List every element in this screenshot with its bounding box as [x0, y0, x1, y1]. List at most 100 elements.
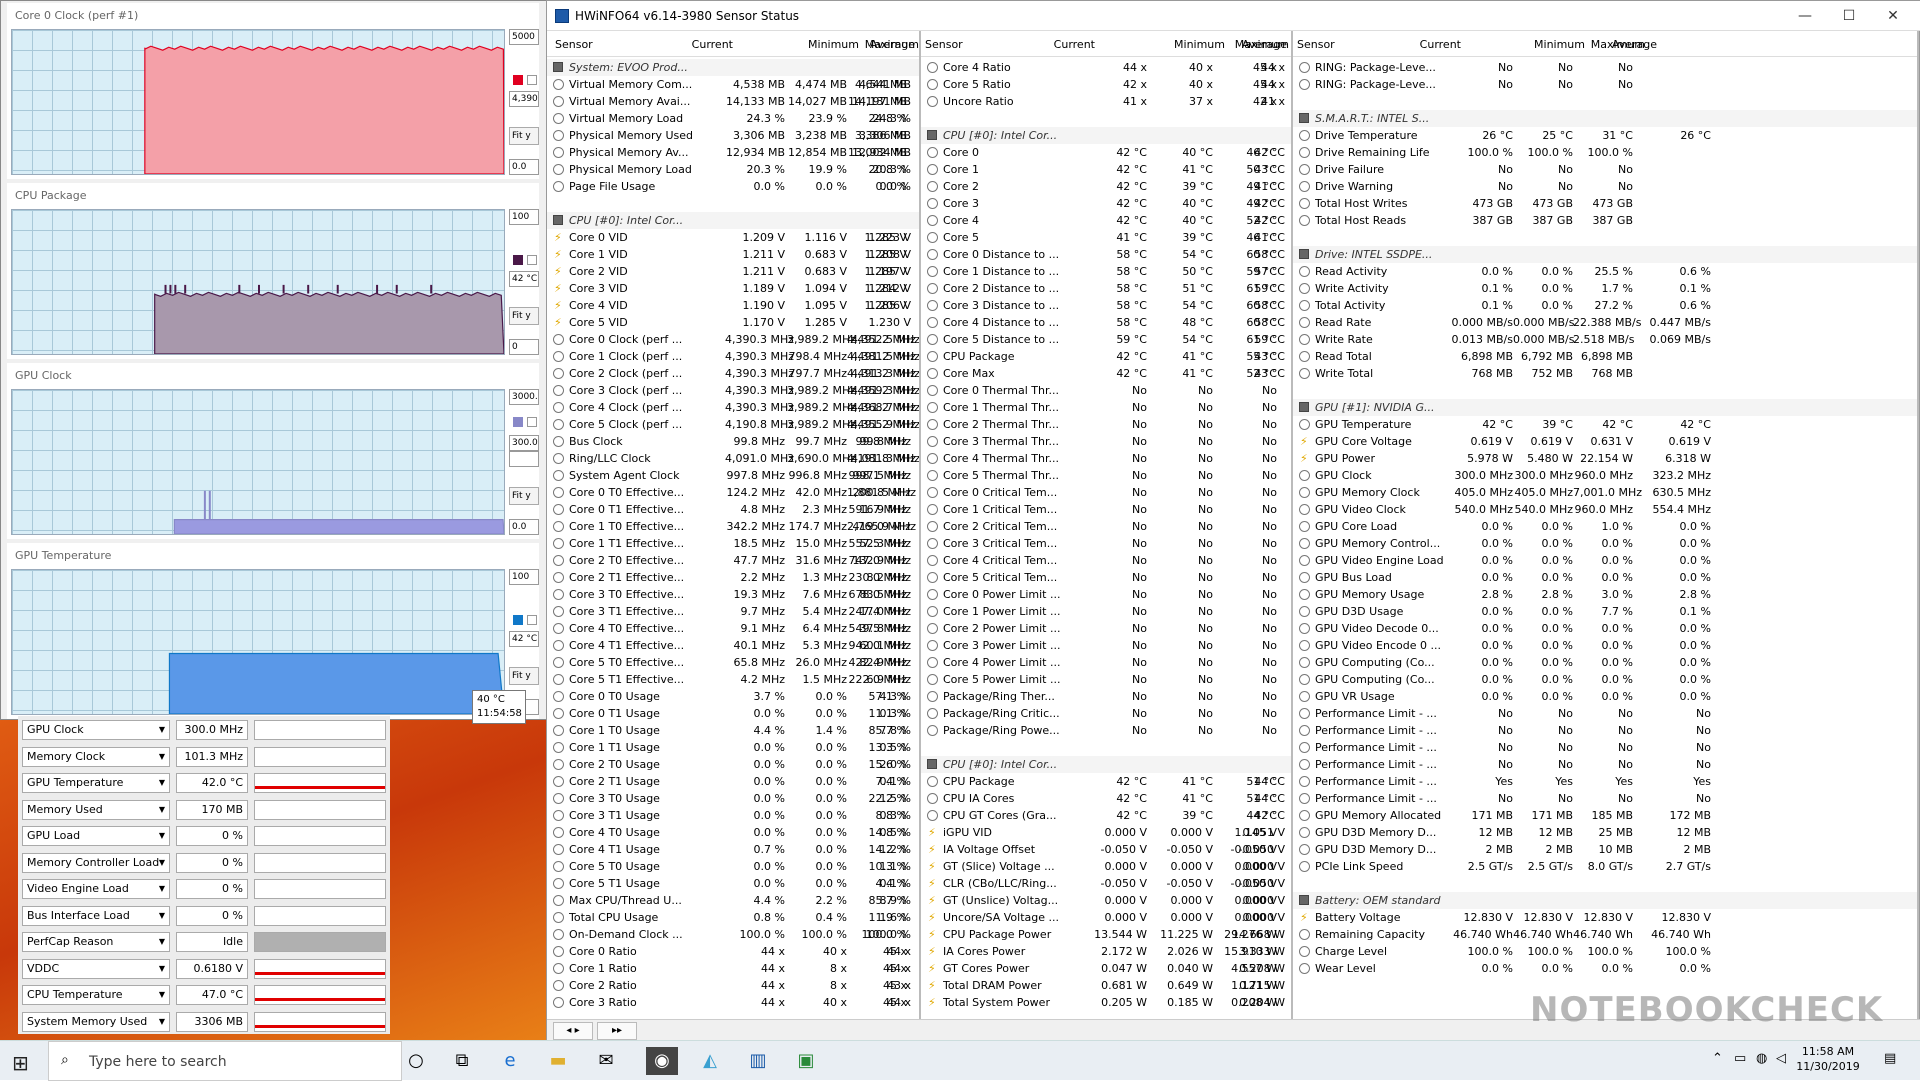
sensor-row[interactable]: Core 5 Power Limit ... No No No	[921, 671, 1291, 688]
sensor-row[interactable]: Core 2 T1 Effective... 2.2 MHz 1.3 MHz 230.…	[547, 569, 919, 586]
sensor-group-header[interactable]: System: EVOO Prod...	[547, 59, 919, 76]
osd-sensor-select[interactable]: PerfCap Reason ▼	[22, 932, 170, 952]
task-view-icon[interactable]: ⧉	[446, 1047, 478, 1075]
header-minimum[interactable]: Minimum	[1534, 38, 1585, 51]
sensor-row[interactable]: Core 0 Power Limit ... No No No	[921, 586, 1291, 603]
sensor-row[interactable]: PCIe Link Speed 2.5 GT/s 2.5 GT/s 8.0 GT/s 2…	[1293, 858, 1917, 875]
header-sensor[interactable]: Sensor	[555, 38, 593, 51]
sensor-row[interactable]: ⚡ GT Cores Power 0.047 W 0.040 W 4.557 W 0.20…	[921, 960, 1291, 977]
sensor-row[interactable]: Core 1 T1 Effective... 18.5 MHz 15.0 MHz 55…	[547, 535, 919, 552]
sensor-row[interactable]: Core 5 Ratio 42 x 40 x 45 x 44 x	[921, 76, 1291, 93]
edge-icon[interactable]: e	[494, 1047, 526, 1075]
sensor-row[interactable]: Performance Limit - ... No No No No	[1293, 722, 1917, 739]
sensor-row[interactable]: GPU Bus Load 0.0 % 0.0 % 0.0 % 0.0 %	[1293, 569, 1917, 586]
sensor-row[interactable]: Performance Limit - ... Yes Yes Yes Yes	[1293, 773, 1917, 790]
sensor-row[interactable]: Core 1 Ratio 44 x8 x 45 x 44 x	[547, 960, 919, 977]
sensor-row[interactable]: GPU Video Decode 0... 0.0 % 0.0 % 0.0 % 0.0 …	[1293, 620, 1917, 637]
sensor-row[interactable]: GPU VR Usage 0.0 % 0.0 % 0.0 % 0.0 %	[1293, 688, 1917, 705]
sensor-row[interactable]: Page File Usage 0.0 % 0.0 % 0.0 % 0.0 %	[547, 178, 919, 195]
sensor-row[interactable]: Drive Warning No No No	[1293, 178, 1917, 195]
sensor-row[interactable]: Core 2 Thermal Thr... No No No	[921, 416, 1291, 433]
sensor-row[interactable]: RING: Package-Leve... No No No	[1293, 76, 1917, 93]
sensor-row[interactable]: Performance Limit - ... No No No No	[1293, 705, 1917, 722]
sensor-row[interactable]: GPU D3D Memory D... 2 MB 2 MB 10 MB 2 MB	[1293, 841, 1917, 858]
sensor-row[interactable]: Read Rate 0.000 MB/s 0.000 MB/s 22.388 MB/s…	[1293, 314, 1917, 331]
sensor-row[interactable]: Bus Clock 99.8 MHz 99.7 MHz 99.8 MHz 99.8 MH…	[547, 433, 919, 450]
header-average[interactable]: Average	[870, 38, 915, 51]
osd-sensor-select[interactable]: CPU Temperature ▼	[22, 985, 170, 1005]
osd-sensor-select[interactable]: GPU Load ▼	[22, 826, 170, 846]
sensor-row[interactable]: Core 4 Power Limit ... No No No	[921, 654, 1291, 671]
title-bar[interactable]: HWiNFO64 v6.14-3980 Sensor Status — ☐ ✕	[547, 1, 1920, 31]
graph-color-swatch[interactable]	[513, 75, 523, 85]
sensor-row[interactable]: Core 1 Critical Tem... No No No	[921, 501, 1291, 518]
sensor-row[interactable]: Performance Limit - ... No No No No	[1293, 739, 1917, 756]
tray-network-icon[interactable]: ◍	[1756, 1051, 1767, 1066]
sensor-row[interactable]: GPU Computing (Co... 0.0 % 0.0 % 0.0 % 0.0 %	[1293, 671, 1917, 688]
sensor-row[interactable]: CPU IA Cores 42 °C 41 °C 51 °C 44 °C	[921, 790, 1291, 807]
sensor-row[interactable]: RING: Package-Leve... No No No	[1293, 59, 1917, 76]
cortana-icon[interactable]: ○	[400, 1047, 432, 1075]
header-average[interactable]: Average	[1242, 38, 1287, 51]
sensor-row[interactable]: Core 2 42 °C 39 °C 49 °C 41 °C	[921, 178, 1291, 195]
sensor-row[interactable]: Charge Level 100.0 % 100.0 % 100.0 % 100.0 %	[1293, 943, 1917, 960]
file-explorer-icon[interactable]: ▬	[542, 1047, 574, 1075]
sensor-row[interactable]: Core 3 T0 Usage 0.0 % 0.0 % 22.2 % 1.5 %	[547, 790, 919, 807]
sensor-row[interactable]: CPU Package 42 °C 41 °C 51 °C 44 °C	[921, 773, 1291, 790]
sensor-row[interactable]: Package/Ring Powe... No No No	[921, 722, 1291, 739]
app-icon-1[interactable]: ◉	[646, 1047, 678, 1075]
sensor-row[interactable]: GPU Temperature 42 °C 39 °C 42 °C 42 °C	[1293, 416, 1917, 433]
sensor-row[interactable]: ⚡ GT (Slice) Voltage ... 0.000 V 0.000 V 0.0…	[921, 858, 1291, 875]
sensor-row[interactable]: Core 4 Thermal Thr... No No No	[921, 450, 1291, 467]
sensor-row[interactable]: Core 1 T0 Usage 4.4 % 1.4 % 85.7 % 7.8 %	[547, 722, 919, 739]
sensor-row[interactable]: ⚡ Total DRAM Power 0.681 W 0.649 W 1.121 W 0.…	[921, 977, 1291, 994]
sensor-row[interactable]: Core 0 Clock (perf ... 4,390.3 MHz 3,989.2…	[547, 331, 919, 348]
sensor-row[interactable]: Drive Temperature 26 °C 25 °C 31 °C 26 °C	[1293, 127, 1917, 144]
osd-sensor-select[interactable]: Bus Interface Load ▼	[22, 905, 170, 926]
maximize-button[interactable]: ☐	[1829, 5, 1869, 27]
osd-sensor-select[interactable]: GPU Temperature ▼	[22, 773, 170, 793]
sensor-row[interactable]: Core 1 42 °C 41 °C 50 °C 43 °C	[921, 161, 1291, 178]
sensor-row[interactable]: Write Rate 0.013 MB/s 0.000 MB/s 2.518 MB/s…	[1293, 331, 1917, 348]
sensor-row[interactable]: ⚡ iGPU VID 0.000 V 0.000 V 1.145 V 0.051 V	[921, 824, 1291, 841]
nav-right-button[interactable]: ▸▸	[597, 1022, 637, 1040]
graph-color-swatch[interactable]	[513, 255, 523, 265]
sensor-row[interactable]: Write Total 768 MB 752 MB 768 MB	[1293, 365, 1917, 382]
sensor-row[interactable]: ⚡ Core 4 VID 1.190 V 1.095 V 1.285 V 1.206 V	[547, 297, 919, 314]
osd-sensor-select[interactable]: Memory Used ▼	[22, 799, 170, 820]
sensor-row[interactable]: ⚡ Core 0 VID 1.209 V 1.116 V 1.285 V 1.223 V	[547, 229, 919, 246]
sensor-group-header[interactable]: CPU [#0]: Intel Cor...	[921, 756, 1291, 773]
graph-color-swatch-empty[interactable]	[527, 615, 537, 625]
header-current[interactable]: Current	[692, 38, 733, 51]
sensor-row[interactable]: Performance Limit - ... No No No No	[1293, 790, 1917, 807]
sensor-row[interactable]: Core 5 41 °C 39 °C 46 °C 41 °C	[921, 229, 1291, 246]
sensor-row[interactable]: Total Host Reads 387 GB 387 GB 387 GB	[1293, 212, 1917, 229]
header-minimum[interactable]: Minimum	[1174, 38, 1225, 51]
sensor-group-header[interactable]: Battery: OEM standard	[1293, 892, 1917, 909]
sensor-row[interactable]: Write Activity 0.1 % 0.0 % 1.7 % 0.1 %	[1293, 280, 1917, 297]
header-sensor[interactable]: Sensor	[1297, 38, 1335, 51]
sensor-row[interactable]: GPU Memory Control... 0.0 % 0.0 % 0.0 % 0.0 …	[1293, 535, 1917, 552]
fit-y-button[interactable]: Fit y	[509, 487, 539, 505]
sensor-row[interactable]: Core 3 Distance to ... 58 °C 54 °C 60 °C 58 …	[921, 297, 1291, 314]
sensor-row[interactable]: Core 1 T0 Effective... 342.2 MHz 174.7 MHz…	[547, 518, 919, 535]
graph-color-swatch[interactable]	[513, 417, 523, 427]
sensor-row[interactable]: Core 1 Clock (perf ... 4,390.3 MHz 798.4 M…	[547, 348, 919, 365]
sensor-row[interactable]: Read Activity 0.0 % 0.0 % 25.5 % 0.6 %	[1293, 263, 1917, 280]
tray-chevron-icon[interactable]: ⌃	[1712, 1051, 1723, 1066]
sensor-group-header[interactable]: CPU [#0]: Intel Cor...	[547, 212, 919, 229]
sensor-row[interactable]: ⚡ Battery Voltage 12.830 V 12.830 V 12.830 V…	[1293, 909, 1917, 926]
sensor-row[interactable]: Core 3 T1 Usage 0.0 % 0.0 % 8.8 % 0.3 %	[547, 807, 919, 824]
sensor-row[interactable]: GPU Video Encode 0 ... 0.0 % 0.0 % 0.0 % 0.0…	[1293, 637, 1917, 654]
sensor-row[interactable]: Core 4 Clock (perf ... 4,390.3 MHz 3,989.2…	[547, 399, 919, 416]
sensor-row[interactable]: ⚡ CLR (CBo/LLC/Ring... -0.050 V -0.050 V -0.…	[921, 875, 1291, 892]
header-current[interactable]: Current	[1420, 38, 1461, 51]
sensor-row[interactable]: ⚡ IA Voltage Offset -0.050 V -0.050 V -0.050…	[921, 841, 1291, 858]
sensor-row[interactable]: Performance Limit - ... No No No No	[1293, 756, 1917, 773]
sensor-group-header[interactable]: GPU [#1]: NVIDIA G...	[1293, 399, 1917, 416]
sensor-row[interactable]: Virtual Memory Load 24.3 % 23.9 % 24.8 % 24.…	[547, 110, 919, 127]
sensor-row[interactable]: Physical Memory Av... 12,934 MB 12,854 MB 1…	[547, 144, 919, 161]
sensor-row[interactable]: Core 4 Ratio 44 x 40 x 45 x 44 x	[921, 59, 1291, 76]
sensor-row[interactable]: On-Demand Clock ... 100.0 % 100.0 % 100.0 %…	[547, 926, 919, 943]
sensor-row[interactable]: Core 3 Ratio 44 x 40 x 45 x 44 x	[547, 994, 919, 1011]
